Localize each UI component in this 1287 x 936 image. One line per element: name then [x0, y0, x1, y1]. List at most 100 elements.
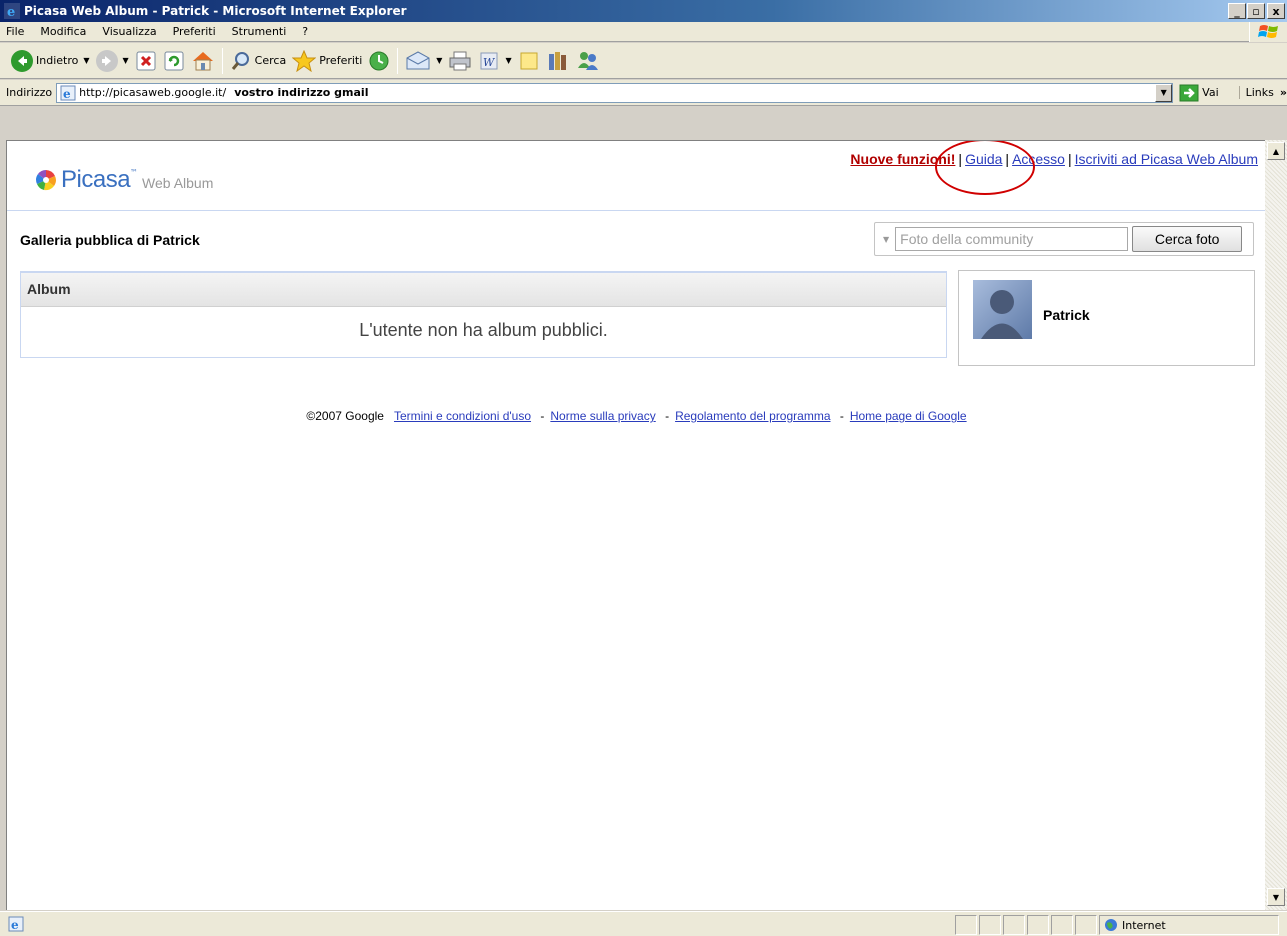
menu-help[interactable]: ? — [294, 25, 316, 38]
toolbar: Indietro ▼ ▼ Cerca Preferiti ▼ W ▼ — [0, 43, 1287, 79]
signup-link[interactable]: Iscriviti ad Picasa Web Album — [1075, 151, 1258, 167]
search-icon — [231, 51, 249, 70]
go-label: Vai — [1202, 86, 1219, 99]
links-label: Links — [1245, 86, 1274, 99]
forward-button[interactable]: ▼ — [93, 46, 132, 76]
history-icon — [369, 51, 389, 70]
refresh-button[interactable] — [160, 46, 188, 76]
svg-text:e: e — [7, 5, 15, 19]
address-input[interactable]: e http://picasaweb.google.it/ vostro ind… — [56, 82, 1174, 103]
books-icon — [548, 51, 566, 70]
links-toolbar[interactable]: Links » — [1238, 86, 1287, 99]
footer-separator: - — [665, 409, 670, 423]
toolbar-separator — [221, 47, 223, 74]
chevron-down-icon[interactable]: ▼ — [436, 56, 442, 65]
windows-logo-icon — [1249, 22, 1287, 42]
picasa-pinwheel-icon — [36, 170, 56, 191]
menu-preferiti[interactable]: Preferiti — [165, 25, 224, 38]
back-arrow-icon — [11, 49, 33, 72]
home-icon — [192, 51, 213, 70]
star-icon — [292, 49, 317, 72]
page-viewport: Picasa ™ Web Album Nuove funzioni! | Guida… — [6, 140, 1265, 910]
profile-name: Patrick — [1043, 307, 1090, 323]
scroll-up-icon[interactable]: ▲ — [1267, 142, 1285, 160]
menu-bar: File Modifica Visualizza Preferiti Strum… — [0, 22, 1287, 42]
status-bar: e Internet — [0, 911, 1287, 936]
favorites-label: Preferiti — [319, 54, 363, 67]
status-pane — [1051, 915, 1073, 935]
chevron-down-icon[interactable]: ▼ — [883, 235, 889, 244]
close-button[interactable]: x — [1267, 3, 1285, 19]
avatar[interactable] — [973, 280, 1032, 339]
notes-button[interactable] — [515, 46, 543, 76]
go-arrow-icon — [1179, 84, 1199, 101]
terms-link[interactable]: Termini e condizioni d'uso — [394, 409, 531, 423]
maximize-button[interactable]: ▫ — [1247, 3, 1265, 19]
menu-file[interactable]: File — [0, 25, 32, 38]
stop-button[interactable] — [132, 46, 160, 76]
print-button[interactable] — [445, 46, 475, 76]
album-panel: Album L'utente non ha album pubblici. — [20, 271, 947, 358]
note-icon — [520, 52, 538, 69]
album-header: Album — [21, 273, 946, 307]
search-input[interactable]: Foto della community — [895, 227, 1129, 251]
svg-text:W: W — [483, 56, 496, 69]
annotation-circle — [935, 141, 1035, 195]
search-box: ▼ Foto della community Cerca foto — [874, 222, 1254, 256]
google-home-link[interactable]: Home page di Google — [850, 409, 967, 423]
ie-icon: e — [4, 3, 20, 19]
globe-icon — [1105, 919, 1117, 931]
research-button[interactable] — [543, 46, 573, 76]
edit-word-button[interactable]: W ▼ — [475, 46, 514, 76]
status-pane — [1027, 915, 1049, 935]
security-zone[interactable]: Internet — [1099, 915, 1279, 935]
search-photos-button[interactable]: Cerca foto — [1132, 226, 1243, 252]
privacy-link[interactable]: Norme sulla privacy — [550, 409, 655, 423]
footer-separator: - — [540, 409, 545, 423]
menu-visualizza[interactable]: Visualizza — [94, 25, 164, 38]
home-button[interactable] — [188, 46, 218, 76]
chevron-down-icon[interactable]: ▼ — [505, 56, 511, 65]
back-button[interactable]: Indietro ▼ — [8, 46, 93, 76]
picasa-logo[interactable]: Picasa ™ Web Album — [35, 166, 213, 194]
profile-panel: Patrick — [958, 270, 1255, 366]
footer: ©2007 Google Termini e condizioni d'uso … — [7, 409, 1265, 423]
chevron-down-icon[interactable]: ▼ — [1155, 83, 1173, 102]
back-label: Indietro — [36, 54, 79, 67]
forward-arrow-icon — [95, 49, 118, 72]
status-pane — [979, 915, 1001, 935]
printer-icon — [449, 51, 471, 70]
favorites-button[interactable]: Preferiti — [289, 46, 365, 76]
status-pane — [955, 915, 977, 935]
link-separator: | — [1067, 151, 1072, 167]
refresh-icon — [164, 51, 184, 70]
scroll-down-icon[interactable]: ▼ — [1267, 888, 1285, 906]
chevron-down-icon[interactable]: ▼ — [83, 56, 89, 65]
minimize-button[interactable]: _ — [1228, 3, 1246, 19]
chevron-right-icon[interactable]: » — [1280, 86, 1287, 99]
gallery-title: Galleria pubblica di Patrick — [20, 232, 200, 248]
svg-text:e: e — [11, 918, 19, 932]
page-icon: e — [60, 85, 76, 101]
mail-button[interactable]: ▼ — [402, 46, 445, 76]
chevron-down-icon[interactable]: ▼ — [123, 56, 129, 65]
album-empty-message: L'utente non ha album pubblici. — [359, 320, 608, 340]
address-hint: vostro indirizzo gmail — [234, 86, 369, 99]
address-url: http://picasaweb.google.it/ — [79, 86, 227, 99]
svg-text:e: e — [63, 87, 71, 101]
search-button[interactable]: Cerca — [227, 46, 290, 76]
messenger-button[interactable] — [573, 46, 603, 76]
zone-label: Internet — [1122, 918, 1166, 932]
messenger-icon — [577, 51, 598, 70]
program-rules-link[interactable]: Regolamento del programma — [675, 409, 830, 423]
menu-strumenti[interactable]: Strumenti — [224, 25, 295, 38]
menu-modifica[interactable]: Modifica — [32, 25, 94, 38]
page-status-icon: e — [8, 916, 24, 932]
vertical-scrollbar[interactable]: ▲ ▼ — [1265, 140, 1287, 910]
window-title-bar: e Picasa Web Album - Patrick - Microsoft… — [0, 0, 1287, 22]
word-icon: W — [480, 52, 498, 69]
history-button[interactable] — [365, 46, 393, 76]
logo-trademark: ™ — [130, 167, 139, 177]
go-button[interactable]: Vai — [1179, 84, 1219, 102]
address-bar: Indirizzo e http://picasaweb.google.it/ … — [0, 80, 1287, 106]
